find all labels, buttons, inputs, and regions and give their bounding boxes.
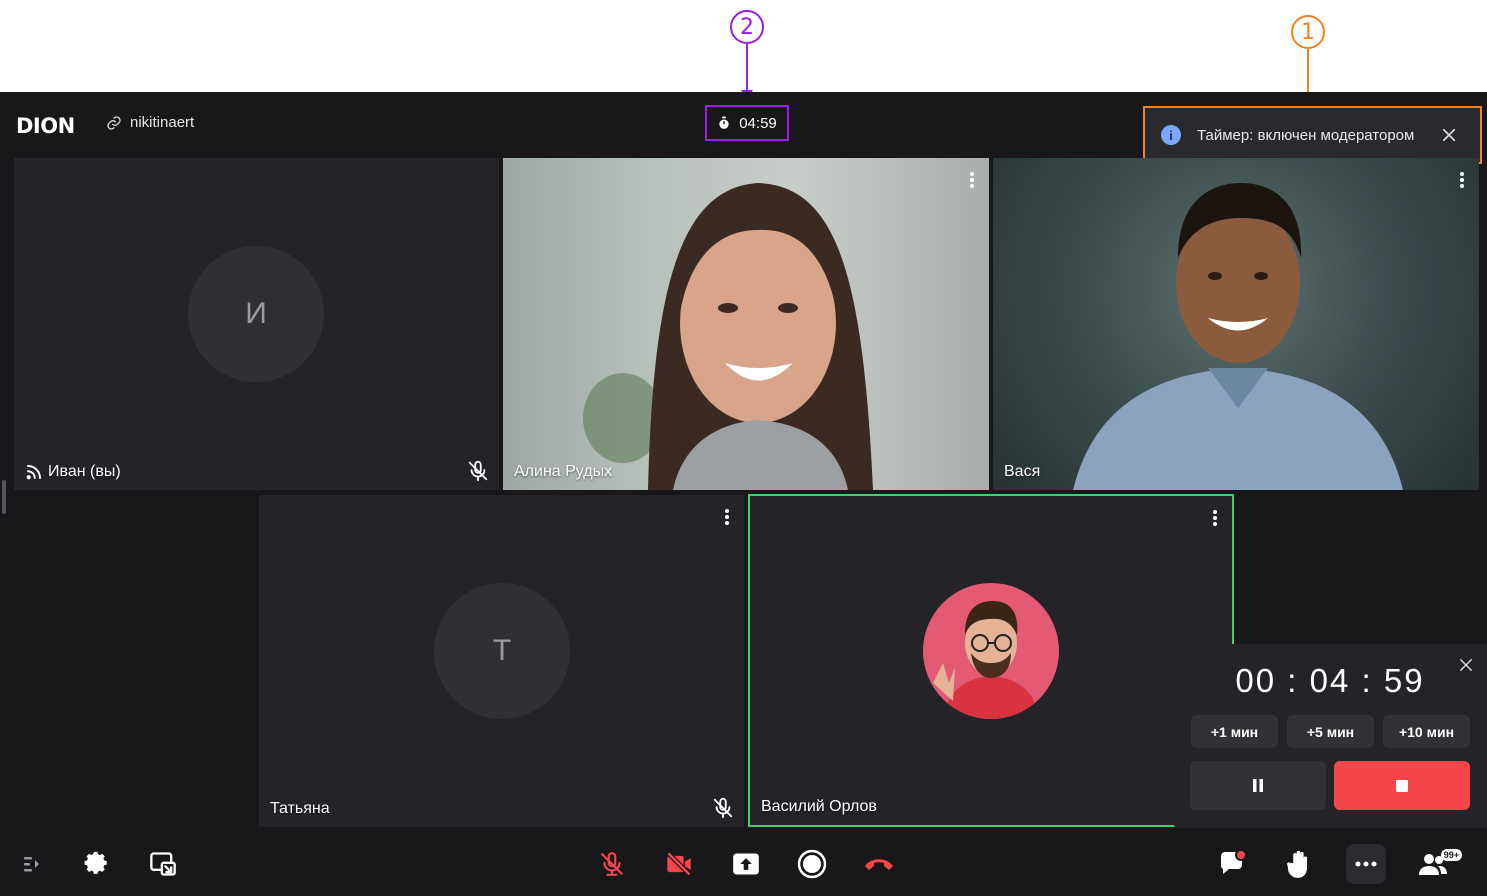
more-horizontal-icon — [1355, 861, 1377, 867]
sidebar-toggle-icon — [24, 857, 39, 872]
participant-name-tatyana: Татьяна — [270, 800, 330, 818]
header-timer-value: 04:59 — [739, 114, 777, 132]
screenshot-root: 2 1 DION nikitinaert 04:59 i Таймер: вкл… — [0, 0, 1487, 896]
stopwatch-icon — [719, 116, 729, 129]
annotation-marker-1: 1 — [1291, 15, 1325, 49]
participants-count-badge: 99+ — [1440, 849, 1462, 861]
sidebar-handle[interactable] — [2, 480, 6, 514]
timer-panel-close-icon[interactable] — [1459, 658, 1473, 672]
camera-toggle-button[interactable] — [659, 844, 699, 884]
timer-panel: 00 : 04 : 59 +1 мин +5 мин +10 мин — [1173, 644, 1487, 828]
participant-name-alina: Алина Рудых — [514, 463, 612, 481]
annotation-marker-2: 2 — [730, 10, 764, 44]
header-timer[interactable]: 04:59 — [705, 105, 789, 141]
tile-menu-icon[interactable] — [1459, 171, 1465, 189]
timer-panel-time: 00 : 04 : 59 — [1235, 662, 1425, 699]
pause-icon — [1253, 779, 1263, 792]
tile-menu-icon[interactable] — [969, 171, 975, 189]
participant-tile-vasily[interactable]: Василий Орлов — [748, 494, 1234, 827]
hang-up-icon — [865, 859, 893, 870]
participant-name-text: Татьяна — [270, 800, 330, 817]
avatar-vasily — [923, 583, 1059, 719]
raise-hand-button[interactable] — [1279, 844, 1319, 884]
add-10-min-button[interactable]: +10 мин — [1383, 715, 1470, 748]
settings-button[interactable] — [77, 844, 117, 884]
sidebar-toggle-button[interactable] — [12, 844, 52, 884]
screen-share-icon — [733, 853, 759, 875]
add-1-min-button[interactable]: +1 мин — [1191, 715, 1278, 748]
broadcast-icon — [26, 465, 41, 480]
raise-hand-icon — [1287, 850, 1308, 878]
mic-off-icon — [713, 797, 733, 819]
link-icon — [107, 115, 121, 130]
video-conference-app: DION nikitinaert 04:59 i Таймер: включен… — [0, 92, 1487, 896]
camera-off-icon — [665, 850, 693, 878]
timer-stop-button[interactable] — [1334, 761, 1470, 810]
participants-button[interactable]: 99+ — [1413, 844, 1462, 884]
participant-name-text: Алина Рудых — [514, 463, 613, 480]
gear-icon — [84, 851, 107, 874]
avatar-ivan: И — [188, 246, 324, 382]
avatar-tatyana: Т — [434, 583, 570, 719]
mic-off-icon — [468, 460, 488, 482]
chat-icon — [1220, 850, 1247, 874]
timer-pause-button[interactable] — [1190, 761, 1326, 810]
participant-video-vasya — [1073, 183, 1403, 490]
dion-logo: DION — [16, 114, 75, 138]
record-button[interactable] — [792, 844, 832, 884]
tile-menu-icon[interactable] — [1212, 509, 1218, 527]
room-link-label: nikitinaert — [130, 114, 195, 131]
add-5-min-button[interactable]: +5 мин — [1287, 715, 1374, 748]
participant-name-ivan: Иван (вы) — [25, 463, 121, 481]
record-icon — [797, 849, 827, 879]
participant-tile-vasya[interactable]: Вася — [993, 158, 1479, 490]
picture-in-picture-button[interactable] — [143, 844, 183, 884]
participant-video-alina — [583, 183, 873, 490]
participant-tile-ivan[interactable]: И Иван (вы) — [14, 158, 499, 490]
more-options-button[interactable] — [1346, 844, 1386, 884]
mic-off-icon — [601, 852, 623, 876]
pip-icon — [150, 852, 176, 876]
participant-name-vasya: Вася — [1004, 463, 1040, 481]
room-link[interactable]: nikitinaert — [106, 114, 194, 131]
annotation-line-1 — [1307, 49, 1309, 95]
participant-name-vasily: Василий Орлов — [761, 798, 877, 816]
screen-share-button[interactable] — [726, 844, 766, 884]
annotation-line-2 — [746, 44, 748, 92]
microphone-toggle-button[interactable] — [592, 844, 632, 884]
info-icon: i — [1161, 125, 1181, 145]
toast-close-icon[interactable] — [1440, 126, 1458, 144]
participant-tile-tatyana[interactable]: Т Татьяна — [259, 495, 744, 827]
participant-name-text: Иван (вы) — [48, 463, 121, 480]
participant-name-text: Василий Орлов — [761, 798, 877, 815]
toast-message: Таймер: включен модератором — [1197, 126, 1415, 144]
participant-name-text: Вася — [1004, 463, 1041, 480]
stop-icon — [1396, 779, 1408, 792]
timer-toast: i Таймер: включен модератором — [1143, 106, 1482, 164]
tile-menu-icon[interactable] — [724, 508, 730, 526]
leave-call-button[interactable] — [859, 844, 899, 884]
chat-button[interactable] — [1213, 844, 1253, 884]
participant-tile-alina[interactable]: Алина Рудых — [503, 158, 989, 490]
